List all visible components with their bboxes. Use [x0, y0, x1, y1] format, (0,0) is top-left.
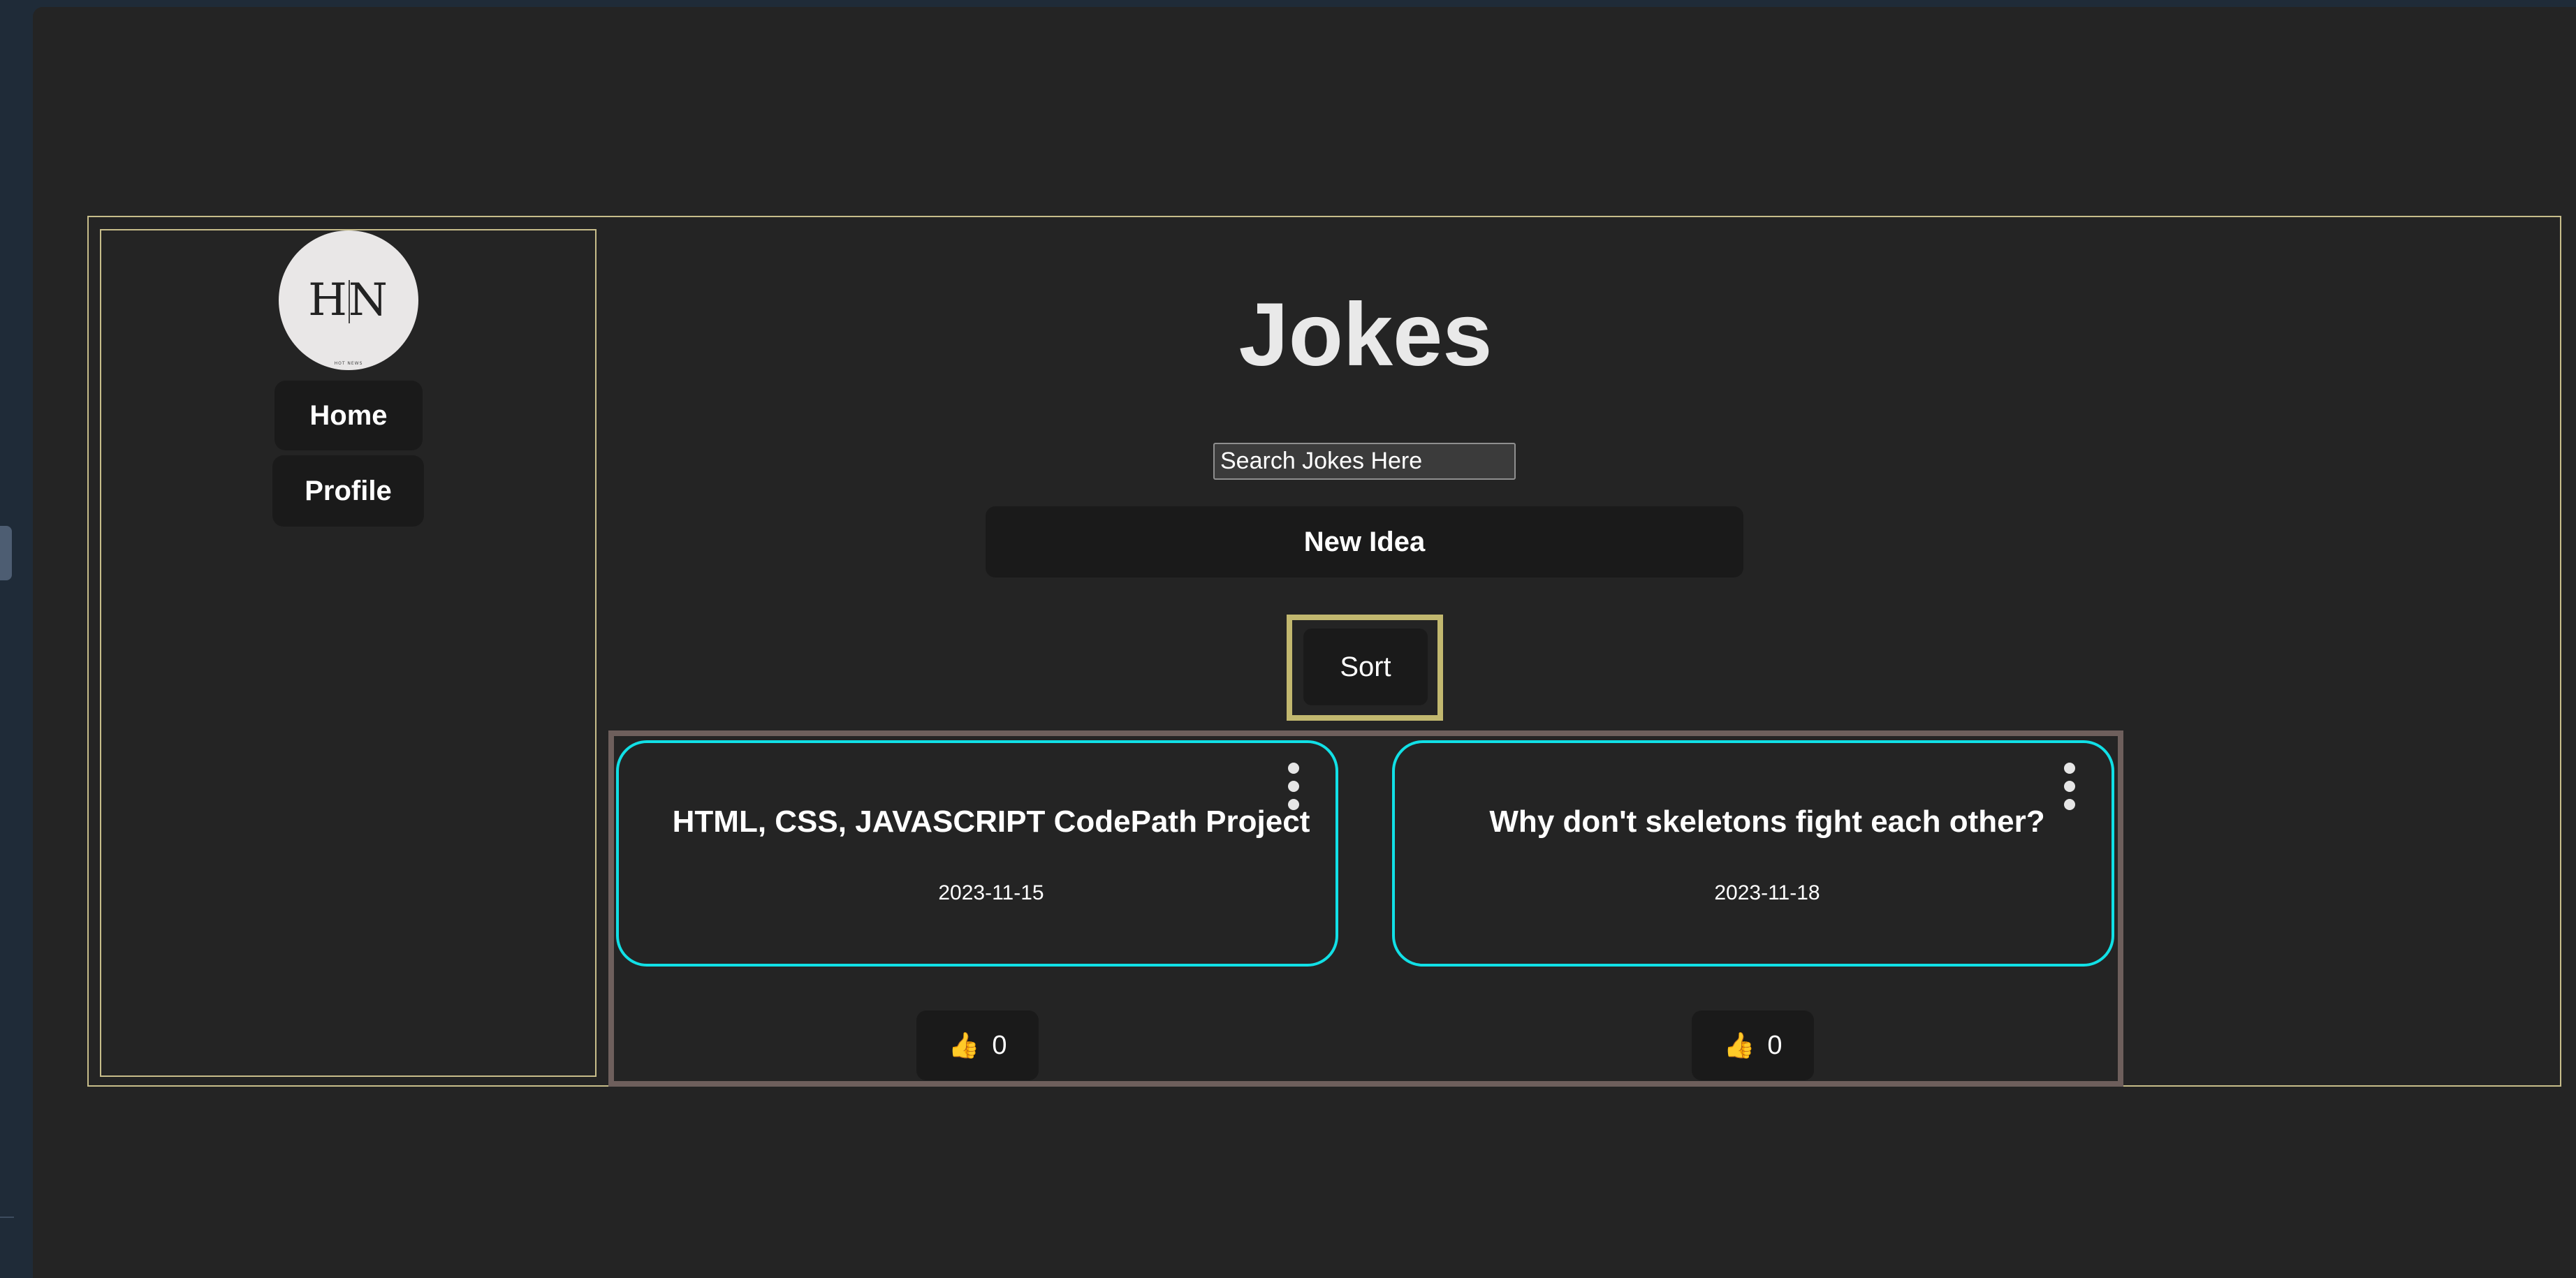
sidebar-item-profile[interactable]: Profile — [272, 455, 424, 527]
logo[interactable]: HN HOT NEWS — [279, 230, 418, 370]
search-input[interactable] — [1213, 443, 1516, 480]
kebab-menu-icon[interactable] — [1287, 763, 1301, 810]
thumbs-up-icon: 👍 — [1723, 1031, 1755, 1059]
joke-title: Why don't skeletons fight each other? — [1489, 805, 2045, 839]
logo-divider — [349, 280, 350, 323]
joke-title: HTML, CSS, JAVASCRIPT CodePath Project — [672, 805, 1310, 839]
joke-date: 2023-11-18 — [1714, 881, 1820, 904]
sidebar-item-home[interactable]: Home — [275, 381, 423, 450]
joke-card[interactable]: Why don't skeletons fight each other? 20… — [1392, 740, 2114, 967]
page-title: Jokes — [1238, 285, 1493, 385]
joke-date: 2023-11-15 — [938, 881, 1044, 904]
new-idea-button[interactable]: New Idea — [986, 506, 1743, 578]
logo-text: HN — [308, 274, 389, 326]
window-side-divider — [0, 1217, 14, 1218]
thumbs-up-icon: 👍 — [948, 1031, 980, 1059]
window-side-tab[interactable] — [0, 526, 12, 580]
like-button[interactable]: 👍 0 — [1692, 1011, 1814, 1080]
joke-card[interactable]: HTML, CSS, JAVASCRIPT CodePath Project 2… — [616, 740, 1338, 967]
sort-button[interactable]: Sort — [1303, 629, 1428, 705]
logo-subtext: HOT NEWS — [334, 361, 363, 366]
like-button[interactable]: 👍 0 — [916, 1011, 1039, 1080]
like-count: 0 — [1767, 1030, 1783, 1060]
kebab-menu-icon[interactable] — [2063, 763, 2077, 810]
like-count: 0 — [992, 1030, 1007, 1060]
